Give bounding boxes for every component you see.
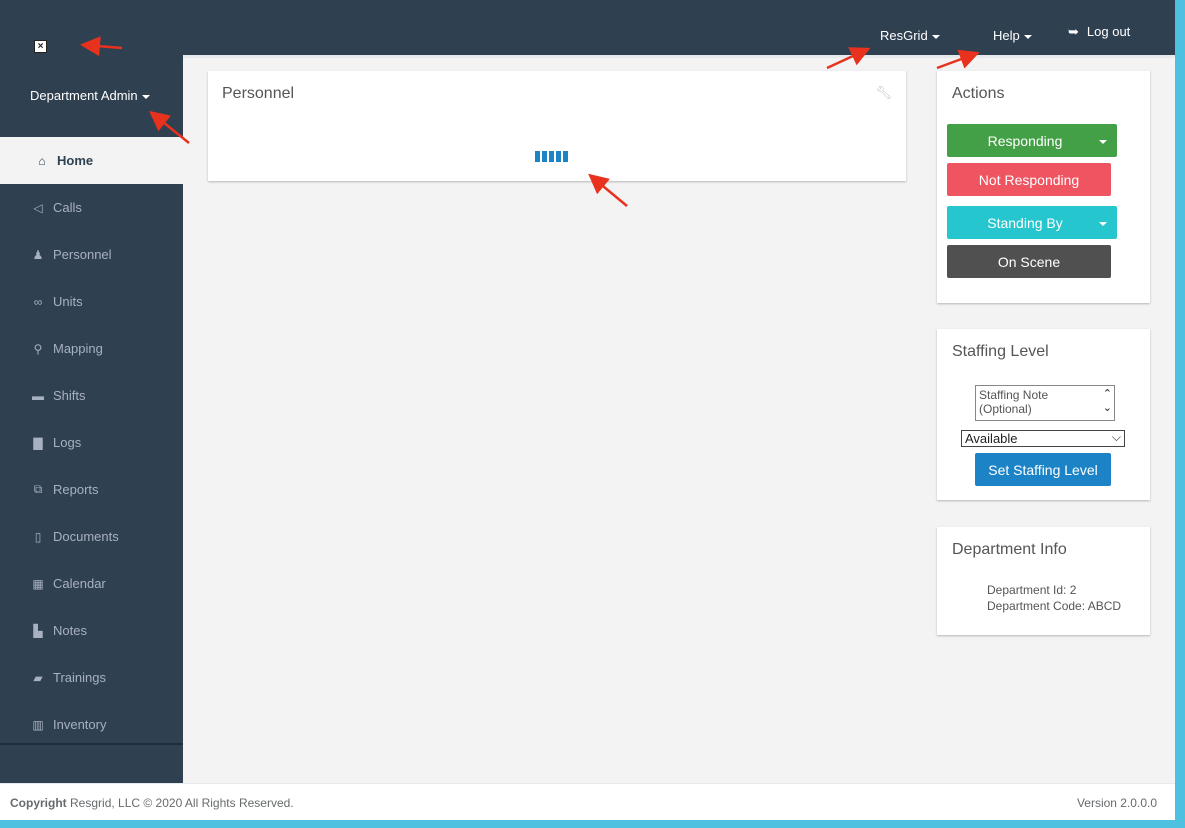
staffing-note-placeholder: Staffing Note (Optional) [979, 388, 1049, 416]
chevron-up-icon[interactable]: ⌃ [1103, 387, 1112, 401]
sidebar-item-label: Shifts [53, 388, 86, 403]
sidebar-item-label: Personnel [53, 247, 112, 262]
sidebar-item-documents[interactable]: ▯ Documents [0, 513, 183, 560]
profile-name: Department Admin [30, 88, 138, 103]
personnel-panel-title: Personnel [222, 85, 295, 102]
sidebar-item-label: Notes [53, 623, 87, 638]
caret-down-icon [1023, 34, 1032, 39]
copyright-rest: Resgrid, LLC © 2020 All Rights Reserved. [70, 796, 294, 810]
sidebar-item-label: Calendar [53, 576, 106, 591]
department-info-title: Department Info [952, 541, 1067, 558]
on-scene-label: On Scene [997, 253, 1061, 270]
caret-down-icon[interactable] [1099, 140, 1107, 144]
personnel-panel: Personnel 🔧︎ [208, 71, 906, 181]
sidebar-item-label: Logs [53, 435, 82, 450]
footer: Copyright Resgrid, LLC © 2020 All Rights… [0, 783, 1175, 820]
sidebar-item-label: Documents [53, 529, 119, 544]
file-icon: ▇ [33, 435, 43, 450]
bullhorn-icon: ◁ [33, 200, 43, 215]
broken-logo-icon[interactable]: × [34, 40, 47, 53]
profile-dropdown[interactable]: Department Admin [30, 88, 150, 103]
sidebar-item-label: Trainings [53, 670, 106, 685]
sidebar-item-calls[interactable]: ◁ Calls [0, 184, 183, 231]
sidebar-item-label: Mapping [53, 341, 103, 356]
help-menu[interactable]: Help [993, 28, 1032, 43]
notes-icon: ▙ [33, 623, 43, 638]
actions-panel: Actions Responding Not Responding Standi… [937, 71, 1150, 303]
set-staffing-level-button[interactable]: Set Staffing Level [975, 453, 1111, 486]
staffing-note-field[interactable]: Staffing Note (Optional) ⌃ ⌄ [975, 385, 1115, 421]
sidebar-item-inventory[interactable]: ▥ Inventory [0, 701, 183, 748]
home-icon: ⌂ [38, 153, 46, 168]
document-icon: ▯ [34, 529, 42, 544]
on-scene-button[interactable]: On Scene [947, 245, 1111, 278]
map-marker-icon: ⚲ [33, 341, 43, 356]
sidebar-item-label: Units [53, 294, 83, 309]
help-menu-label: Help [993, 28, 1020, 43]
barcode-icon: ▥ [32, 717, 44, 732]
not-responding-label: Not Responding [978, 171, 1080, 188]
actions-panel-title: Actions [952, 85, 1005, 102]
department-details: Department Id: 2 Department Code: ABCD [987, 582, 1121, 614]
user-icon: ♟ [32, 247, 44, 262]
sidebar-item-label: Calls [53, 200, 82, 215]
staffing-level-select[interactable]: Available ⌵ [961, 430, 1125, 447]
standing-by-button[interactable]: Standing By [947, 206, 1117, 239]
sidebar-nav: ⌂ Home ◁ Calls ♟ Personnel ∞ Units ⚲ Mapping ▬ Shif… [0, 137, 183, 748]
chevron-down-icon[interactable]: ⌄ [1103, 401, 1112, 415]
department-code: Department Code: ABCD [987, 599, 1122, 613]
logout-label: Log out [1086, 24, 1131, 39]
sidebar-item-mapping[interactable]: ⚲ Mapping [0, 325, 183, 372]
sidebar-item-notes[interactable]: ▙ Notes [0, 607, 183, 654]
version-text: Version 2.0.0.0 [1076, 796, 1157, 810]
sidebar-item-shifts[interactable]: ▬ Shifts [0, 372, 183, 419]
sidebar-item-label: Inventory [53, 717, 107, 732]
responding-label: Responding [987, 132, 1063, 149]
caret-down-icon[interactable] [1099, 222, 1107, 226]
copy-icon: ⧉ [33, 482, 43, 496]
sidebar: × Department Admin ⌂ Home ◁ Calls ♟ Personnel… [0, 0, 183, 783]
scroll-arrows[interactable]: ⌃ ⌄ [1103, 387, 1112, 415]
sidebar-item-trainings[interactable]: ▰ Trainings [0, 654, 183, 701]
not-responding-button[interactable]: Not Responding [947, 163, 1111, 196]
copyright-text: Copyright Resgrid, LLC © 2020 All Rights… [10, 796, 294, 810]
department-id: Department Id: 2 [987, 583, 1077, 597]
sidebar-item-calendar[interactable]: ▦ Calendar [0, 560, 183, 607]
standing-by-label: Standing By [987, 214, 1063, 231]
responding-button[interactable]: Responding [947, 124, 1117, 157]
sidebar-item-label: Home [57, 153, 94, 168]
copyright-bold: Copyright [10, 796, 67, 810]
wrench-icon[interactable]: 🔧︎ [875, 85, 892, 101]
sidebar-item-reports[interactable]: ⧉ Reports [0, 466, 183, 513]
sidebar-item-logs[interactable]: ▇ Logs [0, 419, 183, 466]
resgrid-menu[interactable]: ResGrid [880, 28, 940, 43]
sidebar-divider [0, 743, 183, 745]
sidebar-item-personnel[interactable]: ♟ Personnel [0, 231, 183, 278]
caret-down-icon [931, 34, 940, 39]
chevron-down-icon: ⌵ [1111, 430, 1121, 444]
calendar-icon: ▦ [32, 576, 44, 591]
resgrid-menu-label: ResGrid [880, 28, 928, 43]
caret-down-icon [141, 94, 150, 99]
annotation-arrow [588, 173, 628, 207]
app-window: × Department Admin ⌂ Home ◁ Calls ♟ Personnel… [0, 0, 1175, 820]
binoculars-icon: ∞ [33, 294, 43, 309]
briefcase-icon: ▬ [32, 388, 44, 403]
staffing-panel: Staffing Level Staffing Note (Optional) … [937, 329, 1150, 500]
sign-out-icon: ➥ [1068, 24, 1079, 39]
sidebar-item-label: Reports [53, 482, 99, 497]
loading-spinner-icon [535, 151, 568, 162]
department-info-panel: Department Info Department Id: 2 Departm… [937, 527, 1150, 635]
sidebar-item-home[interactable]: ⌂ Home [0, 137, 183, 184]
logout-link[interactable]: ➥ Log out [1068, 24, 1130, 40]
staffing-level-selected: Available [965, 431, 1018, 446]
top-navbar: ResGrid Help ➥ Log out [183, 0, 1175, 58]
set-staffing-level-label: Set Staffing Level [988, 461, 1098, 478]
book-icon: ▰ [33, 670, 43, 685]
sidebar-item-units[interactable]: ∞ Units [0, 278, 183, 325]
staffing-panel-title: Staffing Level [952, 343, 1049, 360]
